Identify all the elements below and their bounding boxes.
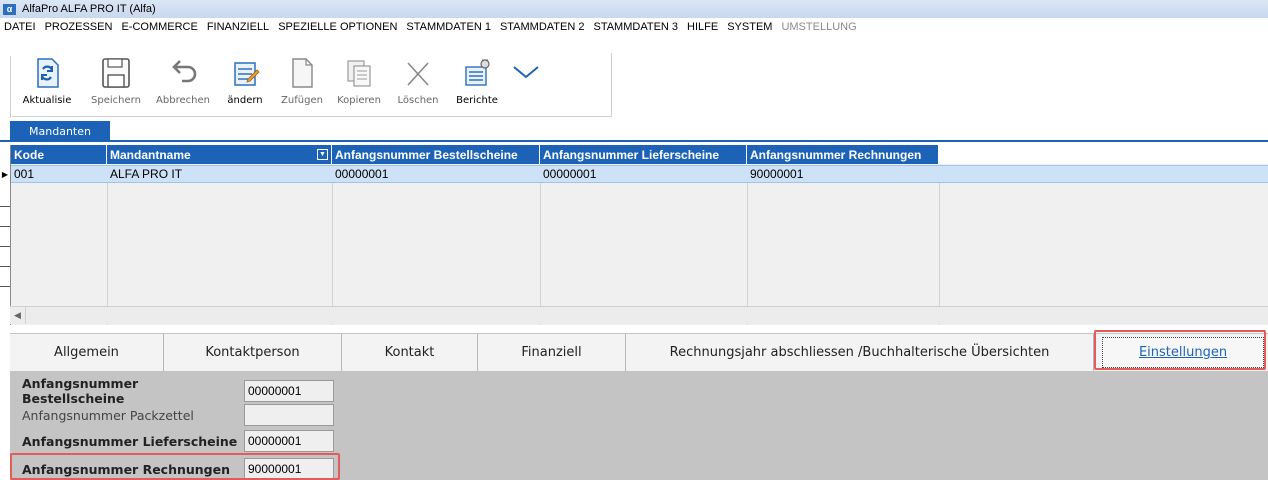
app-logo-icon: α: [3, 3, 16, 15]
more-button[interactable]: [506, 53, 546, 115]
edit-icon: [228, 57, 262, 89]
menu-spezielle-optionen[interactable]: SPEZIELLE OPTIONEN: [278, 21, 397, 33]
column-header-kode[interactable]: Kode: [11, 145, 107, 164]
menu-stammdaten-3[interactable]: STAMMDATEN 3: [593, 21, 678, 33]
horizontal-scrollbar[interactable]: ◀: [10, 306, 1268, 324]
menu-bar: DATEI PROZESSEN E-COMMERCE FINANZIELL SP…: [0, 18, 1268, 36]
data-grid: Kode Mandantname ▼ Anfangsnummer Bestell…: [10, 145, 1268, 325]
copy-label: Kopieren: [337, 95, 381, 106]
new-document-icon: [285, 57, 319, 89]
tab-finanziell[interactable]: Finanziell: [478, 334, 626, 371]
undo-icon: [166, 57, 200, 89]
column-header-mandantname-label: Mandantname: [110, 147, 191, 162]
cell-lieferscheine: 00000001: [543, 167, 597, 181]
tab-kontaktperson[interactable]: Kontaktperson: [164, 334, 342, 371]
cell-kode: 001: [14, 167, 35, 181]
row-marker: [0, 206, 10, 207]
column-divider: [107, 183, 108, 325]
copy-button[interactable]: Kopieren: [330, 53, 388, 115]
column-header-rechnungen[interactable]: Anfangsnummer Rechnungen: [747, 145, 939, 164]
field-row-bestellscheine: Anfangsnummer Bestellscheine 00000001: [22, 376, 334, 406]
chevron-down-icon: [509, 57, 543, 89]
grid-header: Kode Mandantname ▼ Anfangsnummer Bestell…: [11, 145, 1268, 164]
highlight-einstellungen: [1094, 330, 1266, 370]
save-label: Speichern: [91, 95, 141, 106]
menu-datei[interactable]: DATEI: [4, 21, 36, 33]
input-packzettel[interactable]: [244, 404, 334, 426]
toolbar: Aktualisie Speichern Abbrechen ändern Zu…: [12, 53, 612, 117]
refresh-icon: [30, 57, 64, 89]
window-title: AlfaPro ALFA PRO IT (Alfa): [22, 3, 156, 15]
label-lieferscheine: Anfangsnummer Lieferscheine: [22, 433, 238, 449]
column-divider: [540, 183, 541, 325]
column-header-bestellscheine[interactable]: Anfangsnummer Bestellscheine: [332, 145, 540, 164]
refresh-label: Aktualisie: [22, 95, 72, 106]
scroll-left-icon[interactable]: ◀: [10, 307, 26, 324]
field-row-packzettel: Anfangsnummer Packzettel: [22, 404, 334, 426]
cell-rechnungen: 90000001: [750, 167, 804, 181]
field-row-lieferscheine: Anfangsnummer Lieferscheine 00000001: [22, 430, 334, 452]
current-row-arrow-icon: ▶: [1, 169, 9, 179]
label-packzettel: Anfangsnummer Packzettel: [22, 407, 194, 423]
highlight-rechnungen: [10, 453, 340, 480]
row-marker: [0, 286, 10, 287]
menu-umstellung: UMSTELLUNG: [781, 21, 857, 33]
label-bestellscheine: Anfangsnummer Bestellscheine: [22, 376, 139, 406]
save-button[interactable]: Speichern: [82, 53, 150, 115]
column-header-lieferscheine[interactable]: Anfangsnummer Lieferscheine: [540, 145, 747, 164]
tab-mandanten[interactable]: Mandanten: [10, 121, 110, 141]
reports-icon: [460, 57, 494, 89]
tab-allgemein[interactable]: Allgemein: [10, 334, 164, 371]
column-divider: [332, 183, 333, 325]
row-marker: [0, 226, 10, 227]
edit-button[interactable]: ändern: [216, 53, 274, 115]
delete-x-icon: [401, 57, 435, 89]
copy-icon: [342, 57, 376, 89]
cell-mandantname: ALFA PRO IT: [110, 167, 183, 181]
menu-stammdaten-2[interactable]: STAMMDATEN 2: [500, 21, 585, 33]
cancel-button[interactable]: Abbrechen: [150, 53, 216, 115]
title-bar: α AlfaPro ALFA PRO IT (Alfa): [0, 0, 1268, 18]
tab-strip: Mandanten: [0, 120, 1268, 142]
refresh-button[interactable]: Aktualisie: [12, 53, 82, 115]
input-bestellscheine[interactable]: 00000001: [244, 380, 334, 402]
cell-bestellscheine: 00000001: [335, 167, 389, 181]
column-divider: [747, 183, 748, 325]
reports-button[interactable]: Berichte: [448, 53, 506, 115]
input-lieferscheine[interactable]: 00000001: [244, 430, 334, 452]
delete-label: Löschen: [397, 95, 439, 106]
table-row[interactable]: 001 ALFA PRO IT 00000001 00000001 900000…: [11, 165, 1268, 183]
tab-kontakt[interactable]: Kontakt: [342, 334, 478, 371]
row-marker: [0, 266, 10, 267]
menu-system[interactable]: SYSTEM: [727, 21, 772, 33]
save-icon: [99, 57, 133, 89]
menu-finanziell[interactable]: FINANZIELL: [207, 21, 269, 33]
cancel-label: Abbrechen: [156, 95, 210, 106]
menu-hilfe[interactable]: HILFE: [687, 21, 718, 33]
menu-stammdaten-1[interactable]: STAMMDATEN 1: [406, 21, 491, 33]
add-label: Zufügen: [281, 95, 323, 106]
menu-e-commerce[interactable]: E-COMMERCE: [121, 21, 197, 33]
tab-rechnungsjahr[interactable]: Rechnungsjahr abschliessen /Buchhalteris…: [626, 334, 1094, 371]
row-marker: [0, 246, 10, 247]
delete-button[interactable]: Löschen: [388, 53, 448, 115]
column-header-mandantname[interactable]: Mandantname ▼: [107, 145, 332, 164]
detail-tab-bar: Allgemein Kontaktperson Kontakt Finanzie…: [10, 333, 1268, 371]
edit-label: ändern: [227, 95, 263, 106]
filter-icon[interactable]: ▼: [317, 149, 328, 160]
menu-prozessen[interactable]: PROZESSEN: [45, 21, 113, 33]
toolbar-divider: [10, 56, 11, 118]
column-divider: [939, 183, 940, 325]
reports-label: Berichte: [456, 95, 498, 106]
add-button[interactable]: Zufügen: [274, 53, 330, 115]
